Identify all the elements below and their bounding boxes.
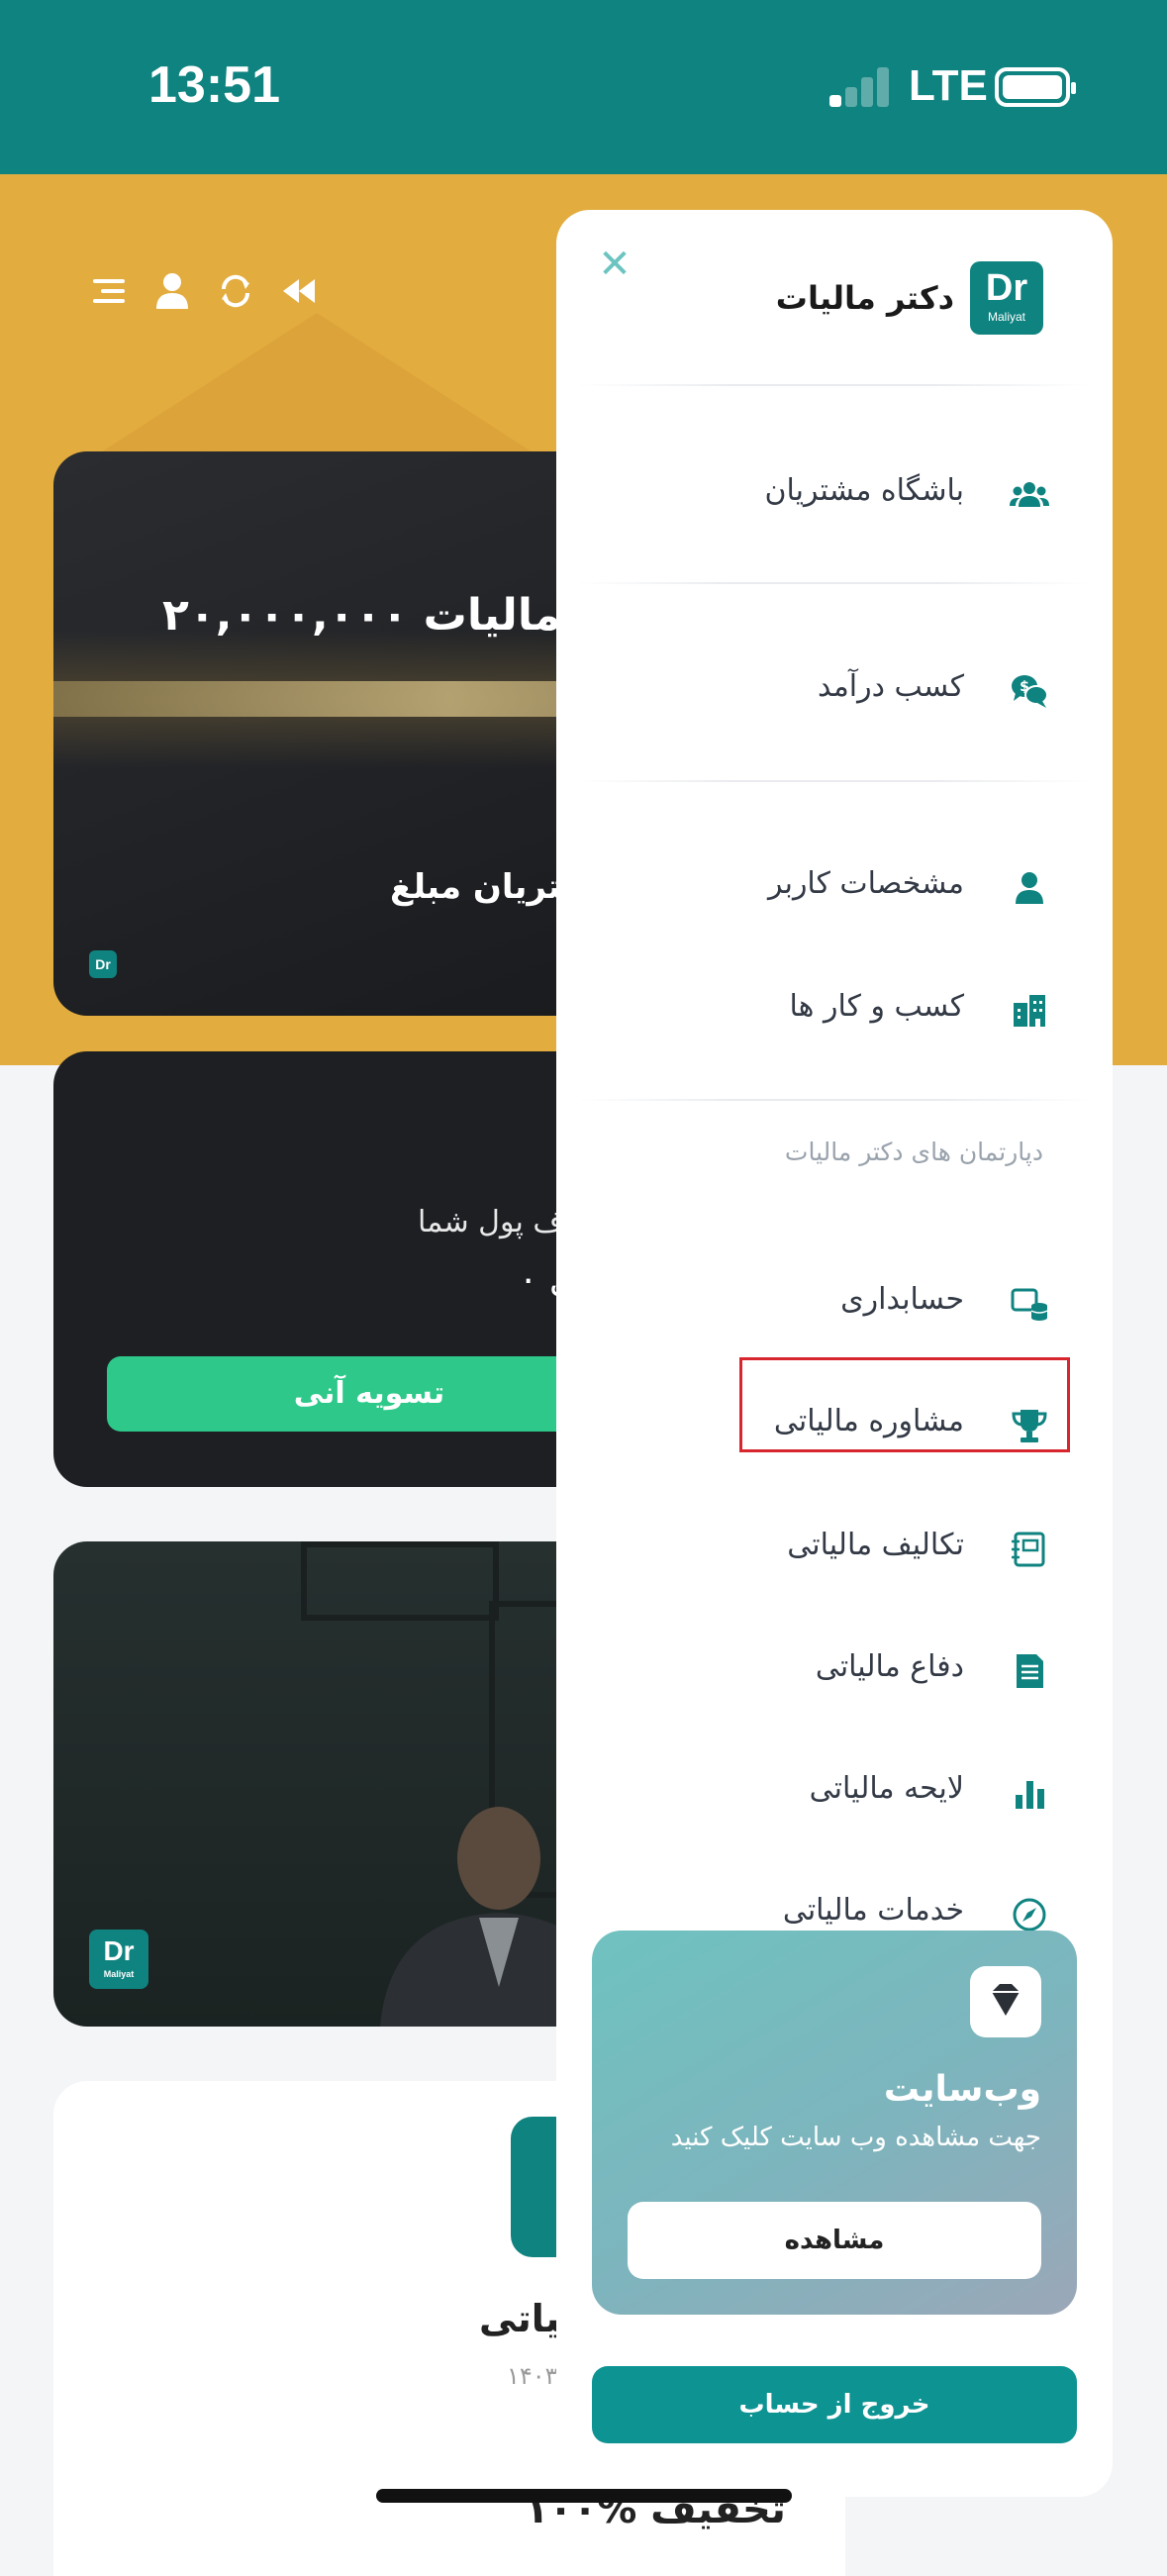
menu-item-tax-bill[interactable]: لایحه مالیاتی <box>598 1763 1053 1823</box>
diamond-icon <box>970 1966 1041 2037</box>
view-website-button[interactable]: مشاهده <box>628 2202 1041 2279</box>
network-label: LTE <box>909 61 988 110</box>
building-icon <box>1014 995 1045 1027</box>
brand-name: دکتر مالیات <box>775 279 954 317</box>
rewind-icon[interactable] <box>277 269 321 313</box>
refresh-icon[interactable] <box>214 269 257 313</box>
profile-icon[interactable] <box>150 269 194 313</box>
notebook-icon <box>1012 1532 1045 1567</box>
accounting-icon <box>1011 1288 1048 1321</box>
users-icon <box>1010 482 1049 507</box>
website-title: وب‌سایت <box>883 2069 1041 2110</box>
menu-item-customer-club[interactable]: باشگاه مشتریان <box>598 465 1053 525</box>
document-icon <box>1017 1654 1043 1688</box>
wallet-label: ف پول شما <box>418 1205 564 1239</box>
banner-logo: Dr Maliyat <box>89 1930 148 1989</box>
svg-text:$: $ <box>1020 679 1029 695</box>
money-chat-icon: $ <box>1012 675 1048 708</box>
menu-item-tax-obligations[interactable]: تکالیف مالیاتی <box>598 1520 1053 1579</box>
website-card: وب‌سایت جهت مشاهده وب سایت کلیک کنید مشا… <box>592 1931 1077 2315</box>
battery-icon <box>995 67 1076 107</box>
menu-icon[interactable] <box>87 269 131 313</box>
highlight-box <box>739 1357 1070 1452</box>
instant-settle-button[interactable]: تسویه آنی <box>107 1356 632 1432</box>
status-time: 13:51 <box>148 56 280 114</box>
status-bar: 13:51 LTE <box>0 0 1167 174</box>
user-icon <box>1016 872 1043 904</box>
home-indicator <box>376 2489 792 2503</box>
service-year: ۱۴۰۳ <box>507 2362 558 2390</box>
side-drawer: ✕ دکتر مالیات Dr Maliyat باشگاه مشتریان … <box>556 210 1113 2497</box>
menu-item-earn-income[interactable]: کسب درآمد $ <box>598 661 1053 721</box>
compass-icon <box>1013 1898 1046 1932</box>
menu-item-user-profile[interactable]: مشخصات کاربر <box>598 858 1053 918</box>
website-description: جهت مشاهده وب سایت کلیک کنید <box>670 2123 1041 2152</box>
logout-button[interactable]: خروج از حساب <box>592 2366 1077 2443</box>
departments-heading: دپارتمان های دکتر مالیات <box>784 1138 1043 1166</box>
brand-logo: Dr Maliyat <box>970 261 1043 335</box>
header-toolbar <box>87 269 335 315</box>
card-logo: Dr <box>89 950 117 978</box>
signal-icon <box>829 67 891 107</box>
menu-item-accounting[interactable]: حسابداری <box>598 1274 1053 1334</box>
bar-chart-icon <box>1016 1781 1044 1809</box>
close-icon[interactable]: ✕ <box>590 240 639 289</box>
menu-item-businesses[interactable]: کسب و کار ها <box>598 981 1053 1040</box>
menu-item-tax-defense[interactable]: دفاع مالیاتی <box>598 1641 1053 1701</box>
